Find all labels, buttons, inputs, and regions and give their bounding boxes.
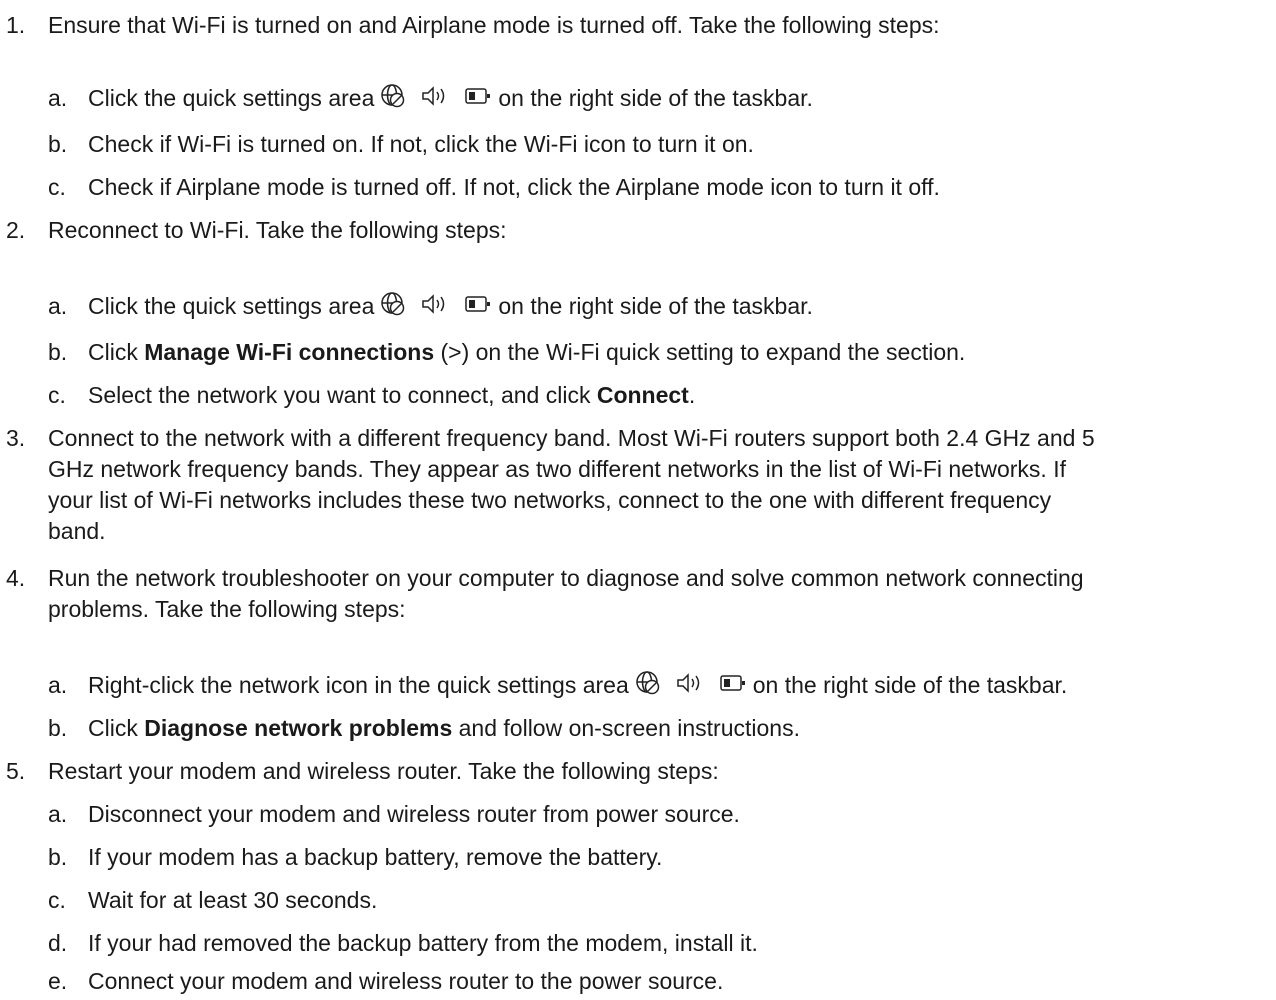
speaker-icon xyxy=(422,294,445,314)
network-globe-icon xyxy=(381,292,405,316)
quick-settings-icons xyxy=(380,83,492,109)
step-4-text: Run the network troubleshooter on your c… xyxy=(48,565,1084,622)
battery-icon xyxy=(720,675,745,691)
network-globe-icon xyxy=(636,671,660,695)
substep-text: Click the quick settings area on the rig… xyxy=(88,83,813,113)
document-page: { "steps": [ { "num": "1.", "text": "Ens… xyxy=(0,0,1276,1000)
quick-settings-icons xyxy=(380,291,492,317)
battery-icon xyxy=(465,296,491,312)
speaker-icon xyxy=(677,673,700,693)
quick-settings-icons xyxy=(635,670,747,696)
bold-ui-label: Manage Wi-Fi connections xyxy=(144,339,435,365)
bold-ui-label: Diagnose network problems xyxy=(144,715,453,741)
substep-letter: a. xyxy=(48,85,68,111)
step-3-text: Connect to the network with a different … xyxy=(48,425,1095,544)
step-text: Ensure that Wi-Fi is turned on and Airpl… xyxy=(48,12,940,38)
bold-ui-label: Connect xyxy=(596,382,689,408)
speaker-icon xyxy=(422,86,445,106)
network-globe-icon xyxy=(381,84,405,108)
step-number: 1. xyxy=(6,12,26,38)
battery-icon xyxy=(465,88,491,104)
